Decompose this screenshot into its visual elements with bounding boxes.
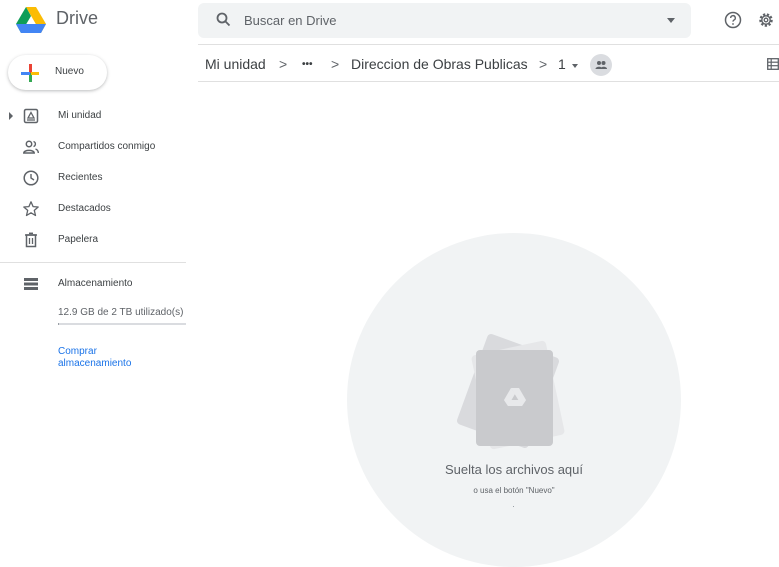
search-icon[interactable] [216, 12, 231, 32]
sidebar-item-label: Papelera [58, 234, 99, 245]
drop-zone-subtitle: o usa el botón "Nuevo" [473, 486, 555, 495]
sidebar-item-my-drive[interactable]: Mi unidad [0, 104, 190, 128]
chevron-down-icon[interactable] [572, 64, 578, 68]
header-divider [198, 44, 779, 45]
breadcrumb-separator: > [539, 56, 548, 72]
trash-icon [22, 231, 40, 249]
breadcrumb-current[interactable]: 1 [558, 56, 566, 72]
storage-usage-fill [58, 323, 59, 325]
help-icon[interactable] [724, 11, 742, 34]
new-button[interactable]: Nuevo [8, 55, 107, 90]
star-icon [22, 200, 40, 218]
sidebar-item-storage[interactable]: Almacenamiento [0, 272, 190, 296]
sidebar-item-label: Almacenamiento [58, 278, 133, 289]
sidebar-divider [0, 262, 186, 263]
breadcrumb-divider [198, 81, 779, 82]
drop-zone-dot [513, 506, 514, 507]
app-title[interactable]: Drive [56, 8, 98, 29]
storage-icon [22, 275, 40, 293]
search-options-icon[interactable] [667, 18, 675, 23]
storage-usage-bar [58, 323, 186, 325]
shared-people-icon [22, 138, 40, 156]
search-bar[interactable]: Buscar en Drive [198, 3, 691, 38]
drop-zone-title: Suelta los archivos aquí [444, 462, 584, 477]
sidebar-item-label: Destacados [58, 203, 111, 214]
new-button-label: Nuevo [55, 66, 84, 77]
sidebar-item-label: Mi unidad [58, 110, 102, 121]
shared-folder-icon[interactable] [590, 54, 612, 76]
buy-storage-link[interactable]: Comprar almacenamiento [58, 346, 168, 370]
sidebar-item-label: Compartidos conmigo [58, 141, 156, 152]
drop-illustration-doc [476, 350, 553, 446]
sidebar-item-starred[interactable]: Destacados [0, 197, 190, 221]
breadcrumb-separator: > [279, 56, 288, 72]
sidebar-item-shared[interactable]: Compartidos conmigo [0, 135, 190, 159]
drive-logo-icon [504, 388, 526, 411]
search-input[interactable]: Buscar en Drive [244, 13, 336, 28]
plus-icon [19, 62, 41, 89]
my-drive-icon [22, 107, 40, 125]
clock-icon [22, 169, 40, 187]
storage-usage-text: 12.9 GB de 2 TB utilizado(s) [58, 307, 184, 318]
list-view-icon[interactable] [767, 57, 779, 75]
drive-logo-icon[interactable] [16, 7, 46, 33]
breadcrumb-my-drive[interactable]: Mi unidad [205, 56, 266, 72]
sidebar-item-recent[interactable]: Recientes [0, 166, 190, 190]
breadcrumb-separator: > [331, 56, 340, 72]
expand-arrow-icon[interactable] [9, 112, 13, 120]
sidebar-item-trash[interactable]: Papelera [0, 228, 190, 252]
sidebar-item-label: Recientes [58, 172, 103, 183]
breadcrumb-folder[interactable]: Direccion de Obras Publicas [351, 56, 528, 72]
gear-icon[interactable] [757, 11, 775, 34]
breadcrumb-more[interactable]: ••• [302, 59, 313, 70]
